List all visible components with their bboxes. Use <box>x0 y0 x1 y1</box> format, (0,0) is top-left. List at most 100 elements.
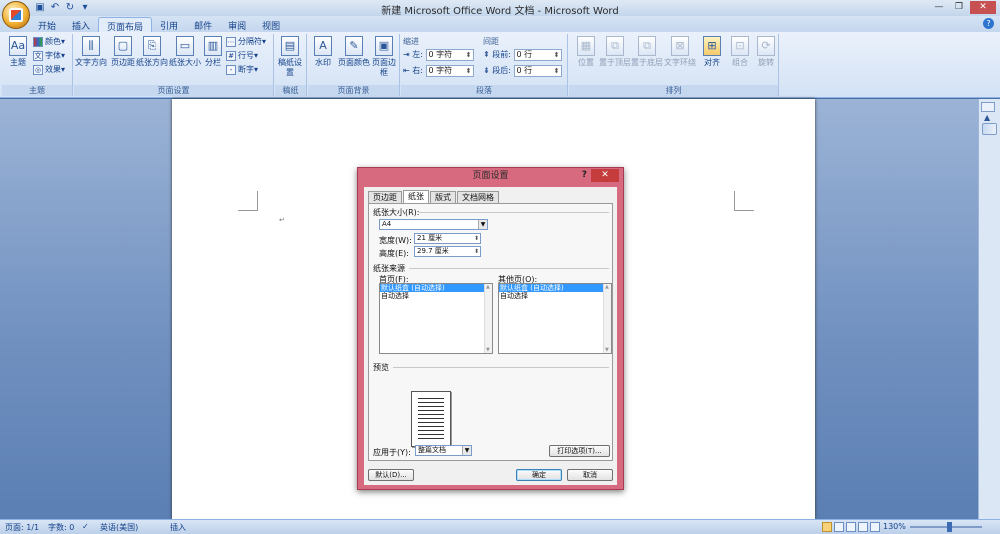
page-color-button[interactable]: ✎ 页面颜色 <box>337 36 371 68</box>
apply-to-select[interactable]: 整篇文档 ▼ <box>415 445 472 456</box>
status-language[interactable]: 英语(美国) <box>100 522 138 533</box>
page-borders-icon: ▣ <box>375 36 393 56</box>
default-button[interactable]: 默认(D)... <box>368 469 414 481</box>
indent-right-spinner[interactable]: ⇤ 右: 0 字符 <box>403 64 474 77</box>
line-numbers-button[interactable]: # 行号▾ <box>226 50 258 62</box>
orientation-icon: ⎘ <box>143 36 161 56</box>
ribbon-tab[interactable]: 邮件 <box>186 17 220 32</box>
other-pages-list[interactable]: 默认纸盒 (自动选择) 自动选择 <box>498 283 612 354</box>
paper-tab-panel: 纸张大小(R): A4▼ 宽度(W): 21 厘米 高度(E): 29.7 厘米… <box>368 203 613 461</box>
group-paragraph: 缩进 间距 ⇥ 左: 0 字符 ⇤ 右: 0 字符 ⇞ 段前: 0 行 ⇟ 段后… <box>401 34 568 96</box>
status-page[interactable]: 页面: 1/1 <box>5 522 39 533</box>
ribbon-tab[interactable]: 审阅 <box>220 17 254 32</box>
indent-left-spinner[interactable]: ⇥ 左: 0 字符 <box>403 48 474 61</box>
spacing-after-spinner[interactable]: ⇟ 段后: 0 行 <box>483 64 562 77</box>
help-icon[interactable]: ? <box>983 18 994 29</box>
list-scrollbar[interactable] <box>603 284 611 353</box>
web-layout-icon[interactable] <box>846 522 856 532</box>
list-item[interactable]: 自动选择 <box>499 292 611 300</box>
restore-icon[interactable]: ❐ <box>950 1 968 14</box>
position-button[interactable]: ▦ 位置 <box>571 36 601 68</box>
group-icon: ⊡ <box>731 36 749 56</box>
watermark-button[interactable]: A 水印 <box>308 36 338 68</box>
dialog-help-icon[interactable]: ? <box>582 170 587 180</box>
rotate-icon: ⟳ <box>757 36 775 56</box>
spacing-after-icon: ⇟ <box>483 66 490 75</box>
preview-line <box>418 410 444 411</box>
margin-corner-top-right <box>734 191 754 211</box>
ribbon-tab[interactable]: 插入 <box>64 17 98 32</box>
align-button[interactable]: ⊞ 对齐 <box>697 36 727 68</box>
list-item[interactable]: 自动选择 <box>380 292 492 300</box>
text-wrap-button[interactable]: ⊠ 文字环绕 <box>663 36 697 68</box>
full-screen-icon[interactable] <box>834 522 844 532</box>
draft-icon[interactable] <box>870 522 880 532</box>
ribbon-tab[interactable]: 页面布局 <box>98 17 153 33</box>
columns-button[interactable]: ▥ 分栏 <box>201 36 225 68</box>
spacing-before-spinner[interactable]: ⇞ 段前: 0 行 <box>483 48 562 61</box>
indent-right-icon: ⇤ <box>403 66 410 75</box>
draft-settings-button[interactable]: ▤ 稿纸设置 <box>275 36 305 78</box>
ribbon-tab[interactable]: 开始 <box>30 17 64 32</box>
dialog-tab[interactable]: 页边距 <box>368 191 402 203</box>
watermark-icon: A <box>314 36 332 56</box>
width-label: 宽度(W): <box>379 236 412 245</box>
scroll-thumb[interactable] <box>982 123 997 135</box>
preview-line <box>418 414 444 415</box>
proofing-icon[interactable]: ✓ <box>82 522 89 531</box>
width-input[interactable]: 21 厘米 <box>414 233 481 244</box>
send-back-button[interactable]: ⧉ 置于底层 <box>631 36 663 68</box>
dialog-tab[interactable]: 版式 <box>430 191 456 203</box>
text-direction-button[interactable]: ⫼ 文字方向 <box>74 36 108 68</box>
ok-button[interactable]: 确定 <box>516 469 562 481</box>
theme-button[interactable]: Aa 主题 <box>3 36 33 68</box>
apply-to-label: 应用于(Y): <box>373 448 411 457</box>
breaks-button[interactable]: ⋯ 分隔符▾ <box>226 36 266 48</box>
dialog-tab[interactable]: 文档网格 <box>457 191 499 203</box>
office-button[interactable] <box>2 1 30 29</box>
dialog-tab[interactable]: 纸张 <box>403 190 429 203</box>
list-item[interactable]: 默认纸盒 (自动选择) <box>380 284 492 292</box>
print-layout-icon[interactable] <box>822 522 832 532</box>
print-options-button[interactable]: 打印选项(T)... <box>549 445 610 457</box>
zoom-slider-thumb[interactable] <box>946 522 952 532</box>
margins-button[interactable]: ▢ 页边距 <box>108 36 138 68</box>
ribbon-tab[interactable]: 引用 <box>152 17 186 32</box>
dialog-body: 页边距纸张版式文档网格 纸张大小(R): A4▼ 宽度(W): 21 厘米 高度… <box>364 187 617 485</box>
vertical-scrollbar[interactable]: ▲ <box>978 99 1000 519</box>
ruler-toggle-icon[interactable] <box>981 102 995 112</box>
height-input[interactable]: 29.7 厘米 <box>414 246 481 257</box>
list-item[interactable]: 默认纸盒 (自动选择) <box>499 284 611 292</box>
orientation-button[interactable]: ⎘ 纸张方向 <box>136 36 168 68</box>
fonts-button[interactable]: 文字体▾ <box>33 50 65 62</box>
preview-line <box>418 402 444 403</box>
first-page-list[interactable]: 默认纸盒 (自动选择) 自动选择 <box>379 283 493 354</box>
paragraph-mark: ↵ <box>279 216 285 224</box>
scroll-up-icon[interactable]: ▲ <box>984 113 990 122</box>
list-scrollbar[interactable] <box>484 284 492 353</box>
effects-button[interactable]: ◎ 效果▾ <box>33 64 65 76</box>
preview-line <box>418 422 444 423</box>
status-words[interactable]: 字数: 0 <box>48 522 74 533</box>
page-borders-button[interactable]: ▣ 页面边框 <box>370 36 398 78</box>
cancel-button[interactable]: 取消 <box>567 469 613 481</box>
size-button[interactable]: ▭ 纸张大小 <box>169 36 201 68</box>
page-preview <box>411 391 451 447</box>
preview-line <box>418 430 444 431</box>
chevron-down-icon: ▼ <box>462 446 471 455</box>
minimize-icon[interactable]: — <box>930 1 948 14</box>
hyphenation-icon: - <box>226 64 236 75</box>
status-insert-mode[interactable]: 插入 <box>170 522 186 533</box>
ribbon-tab[interactable]: 视图 <box>254 17 288 32</box>
rotate-button[interactable]: ⟳ 旋转 <box>751 36 781 68</box>
dialog-close-icon[interactable]: ✕ <box>591 169 619 182</box>
paper-size-select[interactable]: A4 ▼ <box>379 219 488 230</box>
zoom-level[interactable]: 130% <box>883 522 906 531</box>
bring-front-button[interactable]: ⧉ 置于顶层 <box>599 36 631 68</box>
hyphenation-button[interactable]: - 断字▾ <box>226 64 258 76</box>
group-label-paragraph: 段落 <box>401 85 567 96</box>
close-icon[interactable]: ✕ <box>970 1 996 14</box>
indent-left-icon: ⇥ <box>403 50 410 59</box>
outline-icon[interactable] <box>858 522 868 532</box>
colors-button[interactable]: 颜色▾ <box>33 36 65 48</box>
